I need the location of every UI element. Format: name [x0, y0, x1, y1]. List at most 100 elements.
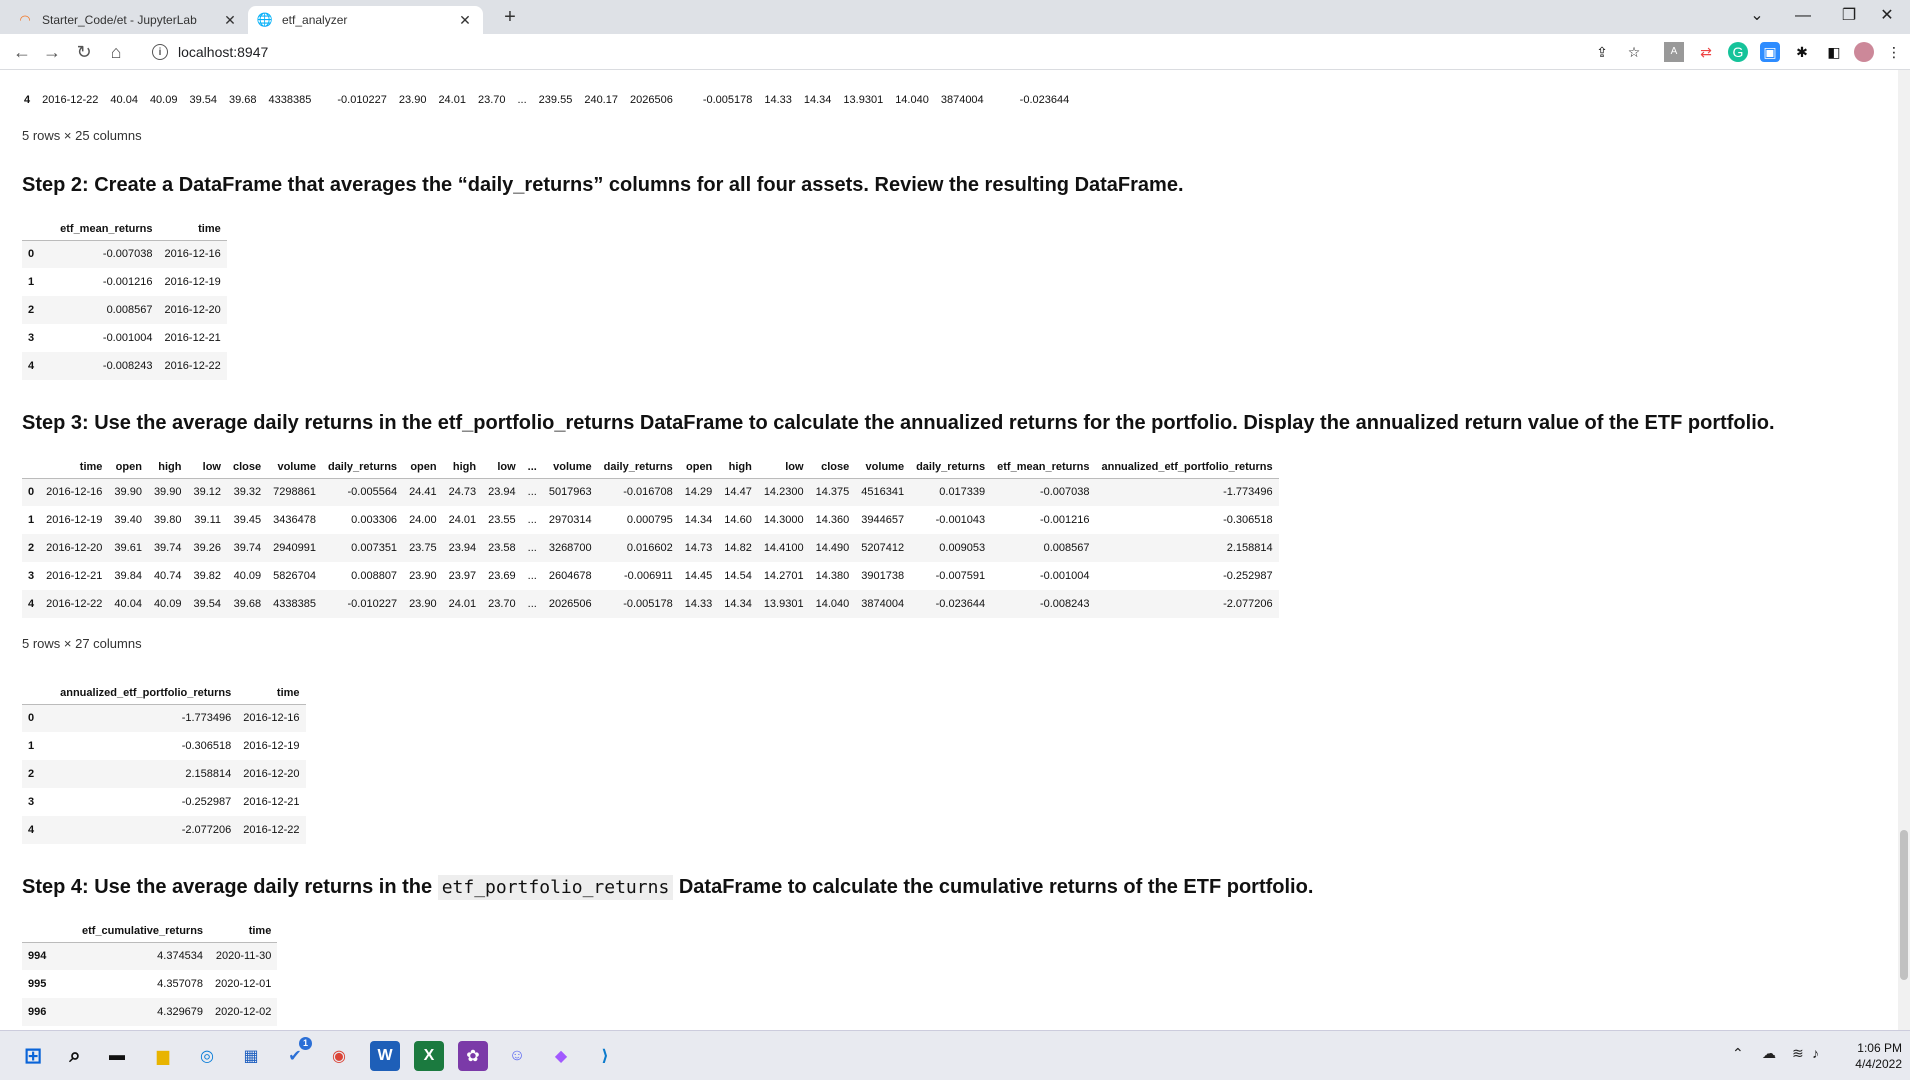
- cell: 39.11: [194, 514, 221, 526]
- extension-arrow-icon[interactable]: ⇄: [1696, 42, 1716, 62]
- cell: 23.90: [409, 570, 437, 582]
- word-icon[interactable]: W: [370, 1041, 400, 1071]
- column-header: volume: [542, 456, 598, 479]
- cell: 39.54: [189, 94, 217, 106]
- cell: 39.61: [114, 542, 142, 554]
- forward-icon[interactable]: →: [40, 40, 64, 64]
- table-row: 1 -0.306518 2016-12-19: [22, 732, 306, 760]
- row-index: 4: [28, 598, 35, 610]
- cell: 23.97: [448, 570, 477, 582]
- cell: 40.04: [114, 598, 142, 610]
- index-header: [22, 218, 41, 241]
- chrome-icon[interactable]: ◉: [324, 1041, 354, 1071]
- step3-dataframe: time open high low close volume daily_returns o…: [22, 456, 1279, 618]
- puzzle-icon[interactable]: ✱: [1792, 42, 1812, 62]
- cell: 40.74: [153, 570, 182, 582]
- cell: ...: [527, 542, 537, 554]
- cell: 239.55: [538, 94, 573, 106]
- task-view-icon[interactable]: ▬: [102, 1041, 132, 1071]
- grammarly-icon[interactable]: G: [1728, 42, 1748, 62]
- side-panel-icon[interactable]: ◧: [1824, 42, 1844, 62]
- minimize-icon[interactable]: —: [1780, 2, 1826, 30]
- table-row: 3 2016-12-21 39.84 40.74 39.82 40.09 5826704 0.…: [22, 562, 1279, 590]
- cell: 14.54: [724, 570, 752, 582]
- row-index: 2: [28, 304, 35, 316]
- page-scrollbar[interactable]: [1898, 70, 1910, 1030]
- tab-search-icon[interactable]: ⌄: [1734, 2, 1780, 30]
- cell: 2026506: [548, 598, 592, 610]
- excel-icon[interactable]: X: [414, 1041, 444, 1071]
- file-explorer-icon[interactable]: ▆: [148, 1041, 178, 1071]
- app-icon[interactable]: ✿: [458, 1041, 488, 1071]
- column-header: time: [40, 456, 109, 479]
- new-tab-button[interactable]: +: [496, 6, 524, 32]
- share-icon[interactable]: ⇪: [1592, 42, 1612, 62]
- zoom-icon[interactable]: ▣: [1760, 42, 1780, 62]
- cell: 24.73: [448, 486, 477, 499]
- cell: 0.017339: [939, 486, 986, 499]
- extension-icon[interactable]: A: [1664, 42, 1684, 62]
- cell: 0.008567: [106, 304, 153, 316]
- edge-icon[interactable]: ◎: [192, 1041, 222, 1071]
- cell: -0.005178: [702, 94, 753, 106]
- close-tab-icon[interactable]: ✕: [222, 12, 238, 29]
- row-index: 994: [28, 950, 47, 963]
- vscode-icon[interactable]: ⟩: [590, 1041, 620, 1071]
- cell: -0.010227: [347, 598, 398, 610]
- bookmark-star-icon[interactable]: ☆: [1624, 42, 1644, 62]
- clock-time: 1:06 PM: [1857, 1041, 1902, 1055]
- close-window-icon[interactable]: ✕: [1864, 2, 1910, 30]
- cell: 14.040: [895, 94, 929, 106]
- cell: 23.94: [448, 542, 477, 554]
- cell: -0.023644: [1019, 94, 1070, 106]
- todo-icon[interactable]: ✔ 1: [280, 1037, 312, 1071]
- cell: 14.380: [815, 570, 850, 582]
- clock[interactable]: 1:06 PM 4/4/2022: [1836, 1040, 1902, 1072]
- tab-jupyterlab[interactable]: ◠ Starter_Code/et - JupyterLab ✕: [8, 6, 248, 34]
- step4-dataframe: etf_cumulative_returns time 994 4.374534 2…: [22, 920, 278, 1026]
- cell: -0.001004: [102, 332, 153, 344]
- cell: -0.001043: [935, 514, 986, 526]
- url-text: localhost:8947: [178, 44, 269, 60]
- back-icon[interactable]: ←: [10, 40, 34, 64]
- cell: 39.40: [114, 514, 142, 526]
- cell: 2026506: [629, 94, 673, 106]
- cell: 2.158814: [185, 768, 232, 780]
- volume-icon[interactable]: ♪: [1812, 1045, 1819, 1061]
- tab-etf-analyzer[interactable]: 🌐 etf_analyzer ✕: [248, 6, 483, 34]
- scrollbar-thumb[interactable]: [1900, 830, 1908, 980]
- table-row: 4 2016-12-22 40.04 40.09 39.54 39.68 4338385 -0…: [22, 590, 1279, 618]
- cloud-icon[interactable]: ☁: [1762, 1045, 1776, 1062]
- close-tab-icon[interactable]: ✕: [457, 12, 473, 29]
- row-index: 2: [28, 768, 35, 780]
- column-header: volume: [855, 456, 911, 479]
- row-index: 3: [28, 570, 35, 582]
- wifi-icon[interactable]: ≋: [1792, 1045, 1804, 1062]
- info-icon[interactable]: i: [152, 44, 168, 60]
- column-header: time: [237, 682, 306, 705]
- address-bar[interactable]: i localhost:8947: [140, 39, 1600, 65]
- column-header: close: [809, 456, 856, 479]
- chevron-up-icon[interactable]: ⌃: [1732, 1045, 1744, 1062]
- cell: -0.306518: [181, 740, 232, 752]
- cell: -0.001216: [102, 276, 153, 288]
- search-icon[interactable]: ⌕: [60, 1041, 90, 1071]
- reload-icon[interactable]: ↻: [72, 40, 96, 64]
- home-icon[interactable]: ⌂: [104, 40, 128, 64]
- cell: -0.006911: [624, 570, 673, 582]
- cell: 14.3000: [763, 514, 804, 526]
- discord-icon[interactable]: ☺: [502, 1041, 532, 1071]
- windows-start-icon[interactable]: ⊞: [18, 1041, 48, 1071]
- menu-icon[interactable]: ⋮: [1884, 42, 1904, 62]
- table-row: 0 -1.773496 2016-12-16: [22, 704, 306, 732]
- cell: 14.34: [803, 94, 832, 106]
- cell: 2970314: [548, 514, 592, 526]
- store-icon[interactable]: ▦: [236, 1041, 266, 1071]
- row-index: 1: [28, 276, 35, 288]
- figma-icon[interactable]: ◆: [546, 1041, 576, 1071]
- cell: 39.74: [233, 542, 262, 554]
- row-index: 4: [24, 94, 31, 106]
- avatar[interactable]: [1854, 42, 1874, 62]
- cell: 2940991: [273, 542, 316, 554]
- notebook-output: 4 2016-12-22 40.04 40.09 39.54 39.68 433…: [0, 70, 1898, 1030]
